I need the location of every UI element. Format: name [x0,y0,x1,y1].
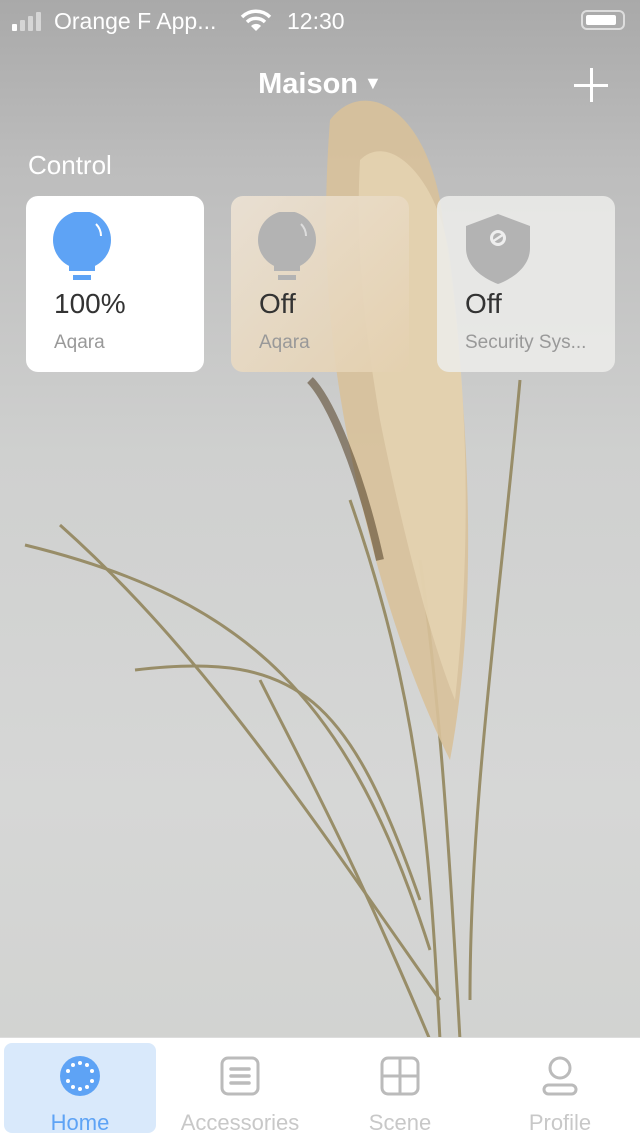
tab-scene[interactable]: Scene [324,1043,476,1135]
tab-bar: Home Accessories Scene Profile [0,1037,640,1136]
profile-icon [542,1056,578,1096]
caret-down-icon: ▼ [364,73,382,93]
accessories-icon [220,1056,260,1096]
scene-icon [380,1056,420,1096]
shield-icon [466,214,530,284]
device-tile-light-off[interactable]: Off Aqara [231,196,409,372]
status-bar: Orange F App... 12:30 [0,0,640,40]
add-button[interactable] [574,68,608,102]
wifi-icon [240,9,272,31]
tab-home[interactable]: Home [4,1043,156,1135]
device-name: Aqara [259,332,310,353]
device-tile-light-on[interactable]: 100% Aqara [26,196,204,372]
carrier-name: Orange F App... [54,8,217,34]
clock: 12:30 [287,8,345,34]
home-icon [60,1056,100,1096]
tab-label: Home [50,1110,110,1135]
device-tile-security[interactable]: Off Security Sys... [437,196,615,372]
device-name: Aqara [54,332,105,353]
device-value: Off [465,288,502,319]
signal-icon [12,12,41,31]
bulb-icon [53,212,111,280]
home-selector[interactable]: Maison ▼ [0,68,640,101]
tab-profile[interactable]: Profile [484,1043,636,1135]
tab-label: Scene [368,1110,432,1135]
tab-label: Accessories [180,1110,300,1135]
device-value: Off [259,288,296,319]
device-name: Security Sys... [465,332,587,353]
tab-accessories[interactable]: Accessories [164,1043,316,1135]
tab-label: Profile [528,1110,592,1135]
device-value: 100% [54,288,126,319]
battery-icon [581,10,625,30]
bulb-icon [258,212,316,280]
page-title: Maison [258,68,359,100]
section-title: Control [28,150,112,180]
